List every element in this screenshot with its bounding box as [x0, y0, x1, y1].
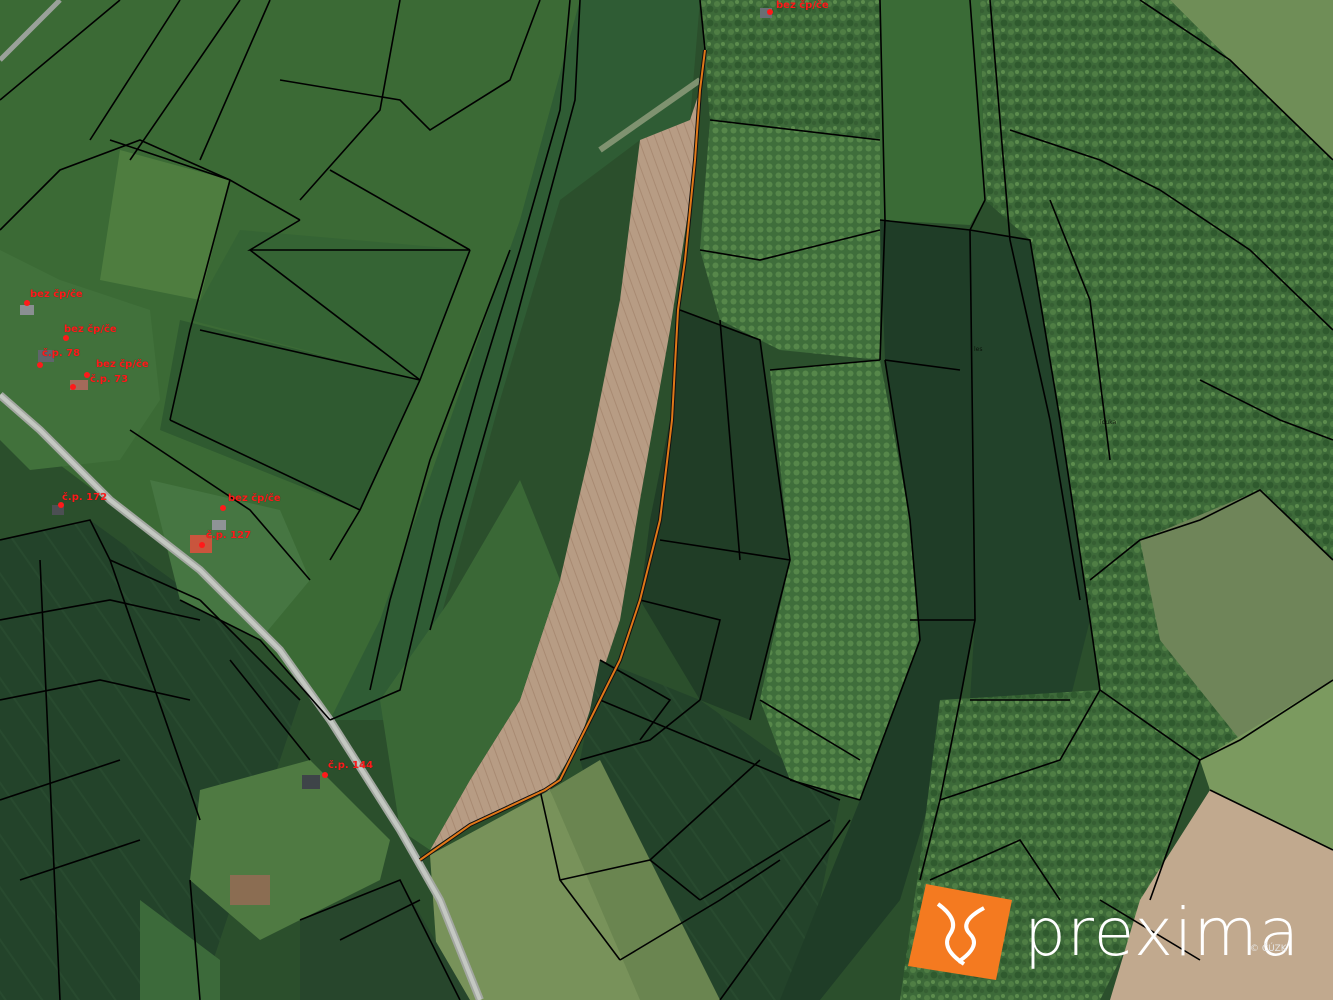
parcel-label[interactable]: č.p. 73 [90, 374, 128, 385]
area-label-forest: les [974, 346, 983, 353]
parcel-label[interactable]: č.p. 78 [42, 348, 80, 359]
prexima-logo: prexima [908, 880, 1328, 990]
parcel-label[interactable]: č.p. 144 [328, 760, 373, 771]
prexima-mark-icon [908, 884, 1012, 980]
map-imagery [0, 0, 1333, 1000]
copyright-notice: © ČÚZK [1250, 944, 1287, 954]
brand-name: prexima [1024, 894, 1301, 971]
parcel-label[interactable]: bez čp/če [96, 359, 149, 370]
area-label-meadow: louka [1100, 419, 1117, 426]
parcel-label[interactable]: č.p. 127 [206, 530, 251, 541]
aerial-cadastral-map[interactable]: bez čp/če bez čp/če bez čp/če č.p. 78 be… [0, 0, 1333, 1000]
parcel-label[interactable]: bez čp/če [30, 289, 83, 300]
parcel-label[interactable]: bez čp/če [776, 0, 829, 11]
parcel-label[interactable]: č.p. 172 [62, 492, 107, 503]
parcel-label[interactable]: bez čp/če [228, 493, 281, 504]
parcel-label[interactable]: bez čp/če [64, 324, 117, 335]
